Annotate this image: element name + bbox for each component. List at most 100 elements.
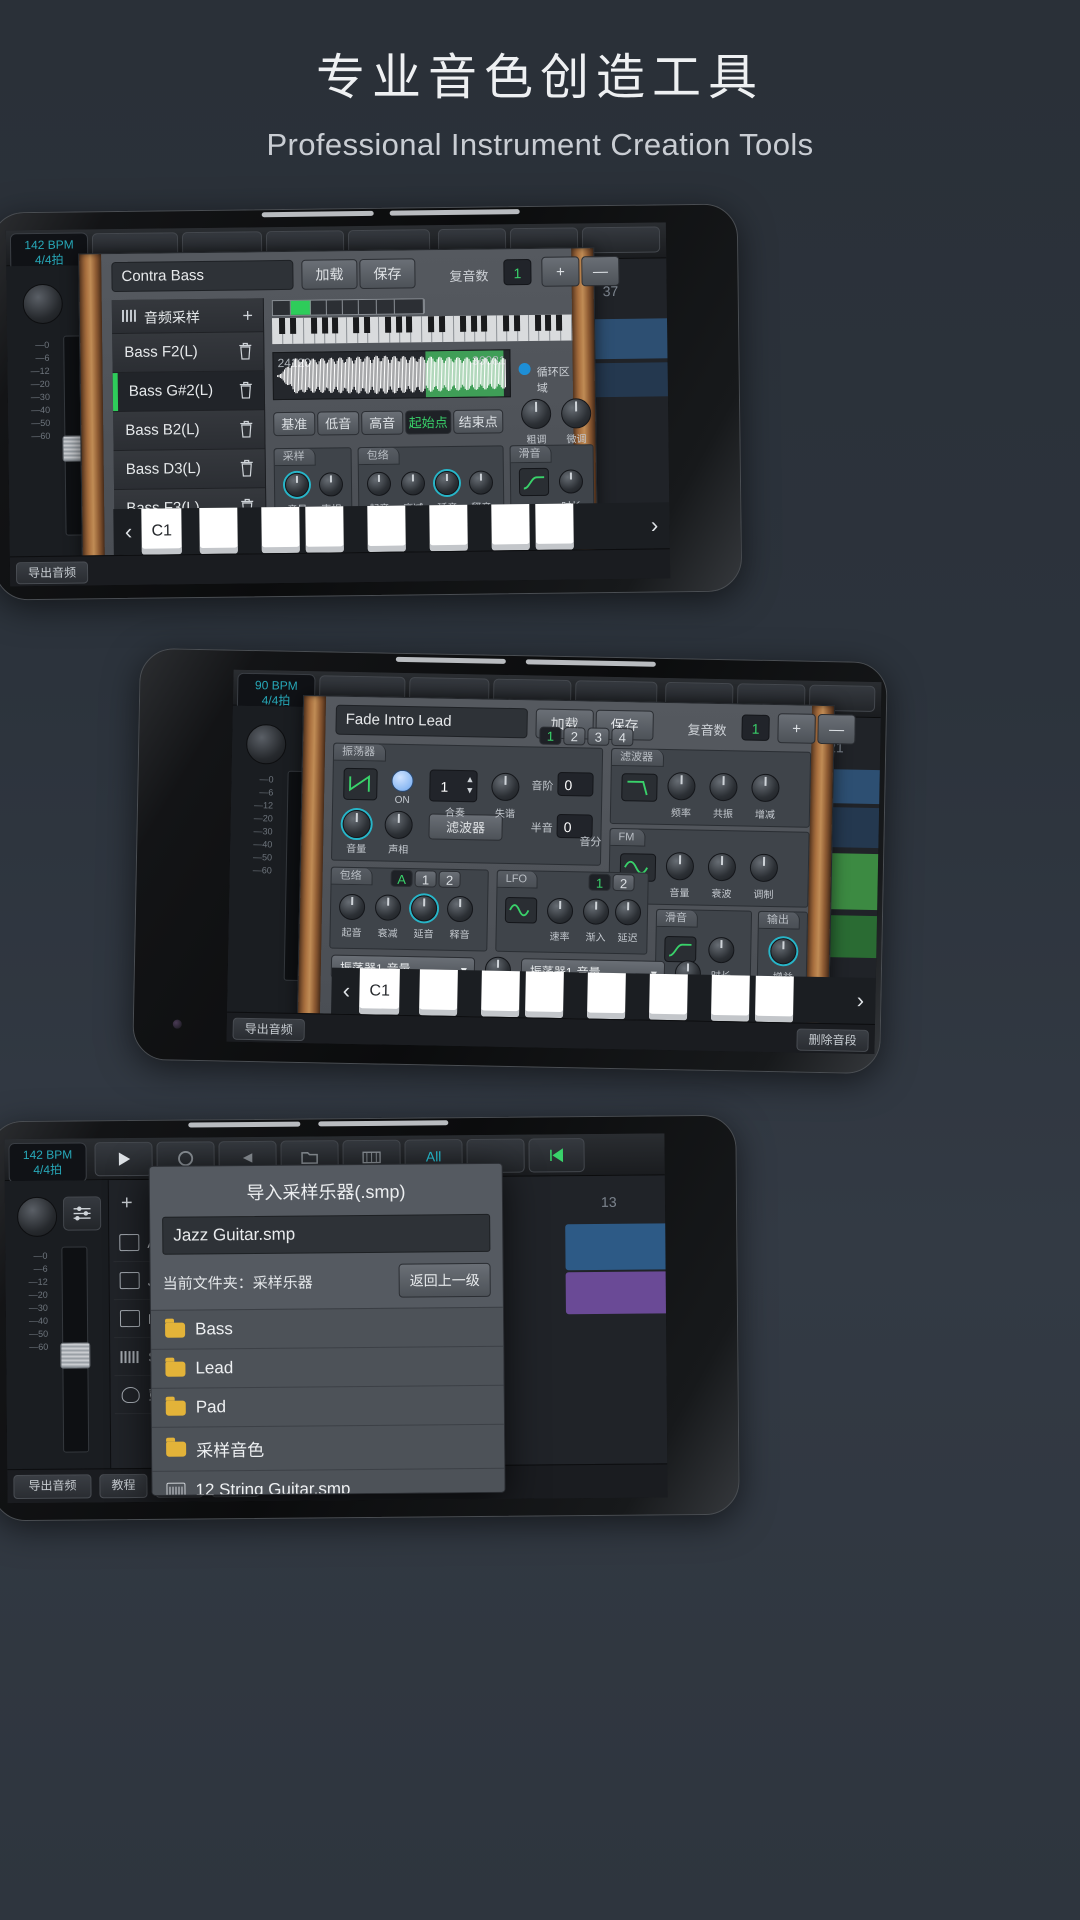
phone1-white-key[interactable] — [367, 506, 406, 552]
phone1-knob-pan[interactable] — [319, 472, 343, 496]
trash-icon[interactable] — [238, 419, 254, 438]
phone2-octave-next[interactable]: › — [849, 988, 871, 1014]
phone2-poly-value[interactable]: 1 — [741, 714, 769, 741]
keyzone-cell[interactable] — [273, 301, 291, 315]
phone2-osc-on-led[interactable] — [391, 770, 413, 792]
keyzone-cell[interactable] — [343, 300, 359, 314]
trash-icon[interactable] — [238, 380, 254, 399]
phone1-octave-next[interactable]: › — [643, 512, 665, 538]
phone1-white-key[interactable] — [261, 507, 300, 553]
phone1-poly-plus[interactable]: + — [541, 256, 579, 286]
phone1-poly-minus[interactable]: — — [581, 256, 619, 286]
phone2-voice-tab-3[interactable]: 4 — [611, 728, 633, 746]
phone2-filter-gain-knob[interactable] — [751, 774, 780, 803]
phone3-dialog-item-3[interactable]: 采样音色 — [152, 1425, 504, 1472]
phone2-white-key[interactable] — [481, 970, 520, 1017]
phone3-clip-2[interactable] — [566, 1271, 668, 1314]
phone1-knob-sustain[interactable] — [435, 471, 459, 495]
phone1-fine-knob[interactable] — [561, 398, 591, 428]
phone2-export-button[interactable]: 导出音频 — [233, 1018, 305, 1041]
phone2-osc-pan-knob[interactable] — [384, 811, 413, 840]
phone1-knob-volume[interactable] — [285, 473, 309, 497]
phone1-coarse-knob[interactable] — [521, 399, 551, 429]
phone2-glide-shape-icon[interactable] — [664, 936, 696, 963]
phone2-voice-tab-1[interactable]: 2 — [563, 727, 585, 745]
phone2-voice-tab-2[interactable]: 3 — [587, 727, 609, 745]
keyzone-cell[interactable] — [311, 300, 327, 314]
phone2-osc-wave-icon[interactable] — [343, 768, 378, 801]
phone1-glide-shape-icon[interactable] — [519, 468, 549, 496]
phone1-waveform-display[interactable]: 24120 36081 — [272, 349, 511, 400]
phone3-dialog-filename[interactable]: Jazz Guitar.smp — [162, 1214, 490, 1255]
phone1-marker-tab-2[interactable]: 高音 — [361, 411, 403, 436]
phone2-lfo-rate-knob[interactable] — [547, 898, 573, 924]
phone2-white-key[interactable] — [711, 975, 750, 1022]
keyzone-cell[interactable] — [395, 299, 425, 313]
phone1-marker-tab-1[interactable]: 低音 — [317, 411, 359, 436]
phone3-dialog-up-button[interactable]: 返回上一级 — [399, 1263, 491, 1298]
phone2-env-sustain-knob[interactable] — [411, 895, 437, 921]
phone1-save-button[interactable]: 保存 — [359, 258, 415, 289]
trash-icon[interactable] — [237, 341, 253, 360]
phone2-output-gain-knob[interactable] — [770, 938, 796, 964]
phone1-mini-keyboard[interactable] — [272, 314, 572, 344]
phone3-add-track-icon[interactable]: + — [121, 1192, 133, 1215]
phone2-lfo-tab-0[interactable]: 1 — [588, 874, 610, 891]
phone1-white-key[interactable] — [535, 503, 574, 549]
phone3-dialog-item-2[interactable]: Pad — [152, 1386, 504, 1428]
phone1-loop-indicator[interactable] — [519, 363, 531, 375]
phone3-fader-handle[interactable] — [60, 1342, 90, 1368]
phone1-export-button[interactable]: 导出音频 — [16, 561, 88, 584]
phone1-poly-value[interactable]: 1 — [503, 259, 531, 285]
phone2-fm-decay-knob[interactable] — [708, 853, 737, 882]
phone2-octave-value[interactable]: 0 — [557, 772, 593, 797]
phone2-env-tab-0[interactable]: A — [390, 870, 412, 887]
phone1-knob-decay[interactable] — [401, 471, 425, 495]
phone2-lfo-delay-knob[interactable] — [615, 899, 641, 925]
phone2-filter-res-knob[interactable] — [709, 773, 738, 802]
phone2-white-key[interactable] — [755, 976, 794, 1023]
phone1-sample-row-2[interactable]: Bass B2(L) — [113, 410, 264, 451]
phone2-lfo-tab-1[interactable]: 2 — [612, 874, 634, 891]
phone1-sample-list-header[interactable]: 音频采样 + — [112, 298, 263, 334]
phone3-dialog-item-0[interactable]: Bass — [151, 1308, 503, 1350]
phone2-env-attack-knob[interactable] — [339, 894, 365, 920]
phone1-load-button[interactable]: 加载 — [301, 259, 357, 290]
phone2-poly-plus[interactable]: + — [777, 713, 816, 744]
keyzone-cell[interactable] — [359, 300, 377, 314]
phone1-keyzone-bar[interactable] — [272, 298, 424, 316]
phone1-marker-tab-3[interactable]: 起始点 — [405, 410, 451, 435]
phone2-env-release-knob[interactable] — [447, 896, 473, 922]
phone2-glide-time-knob[interactable] — [708, 937, 734, 963]
keyzone-cell[interactable] — [327, 300, 343, 314]
phone3-dialog-item-1[interactable]: Lead — [151, 1347, 503, 1389]
phone2-unison-stepper[interactable]: ▲▼ — [465, 774, 474, 796]
phone2-white-key[interactable] — [587, 973, 626, 1020]
phone1-white-key[interactable] — [305, 506, 344, 552]
phone2-white-key[interactable] — [525, 971, 564, 1018]
phone2-preset-name[interactable]: Fade Intro Lead — [335, 705, 528, 739]
phone1-white-key[interactable] — [491, 504, 530, 550]
phone2-fm-mod-knob[interactable] — [750, 854, 779, 883]
phone1-knob-attack[interactable] — [367, 472, 391, 496]
phone1-sample-add-icon[interactable]: + — [242, 305, 253, 326]
phone1-octave-prev[interactable]: ‹ — [117, 519, 139, 545]
phone3-clip-1[interactable] — [565, 1223, 667, 1270]
phone3-play-button[interactable] — [94, 1142, 152, 1177]
phone2-white-key[interactable] — [649, 974, 688, 1021]
phone2-osc-volume-knob[interactable] — [342, 810, 371, 839]
phone2-env-tab-1[interactable]: 1 — [414, 870, 436, 887]
phone3-mix-settings-button[interactable] — [63, 1196, 101, 1230]
phone2-white-key[interactable] — [419, 969, 458, 1016]
phone1-white-key[interactable] — [429, 505, 468, 551]
phone2-delete-seg-button[interactable]: 删除音段 — [796, 1029, 868, 1052]
phone3-tutorial-button[interactable]: 教程 — [99, 1474, 147, 1498]
phone1-mixer-knob[interactable] — [23, 284, 63, 324]
phone2-poly-minus[interactable]: — — [817, 714, 856, 745]
phone1-knob-glide-time[interactable] — [559, 469, 583, 493]
keyzone-cell-active[interactable] — [291, 301, 311, 315]
phone2-detune-knob[interactable] — [491, 773, 520, 802]
phone1-sample-row-1[interactable]: Bass G#2(L) — [113, 371, 264, 412]
phone3-bpm-display[interactable]: 142 BPM 4/4拍 — [8, 1142, 86, 1183]
phone1-sample-row-0[interactable]: Bass F2(L) — [112, 332, 263, 373]
